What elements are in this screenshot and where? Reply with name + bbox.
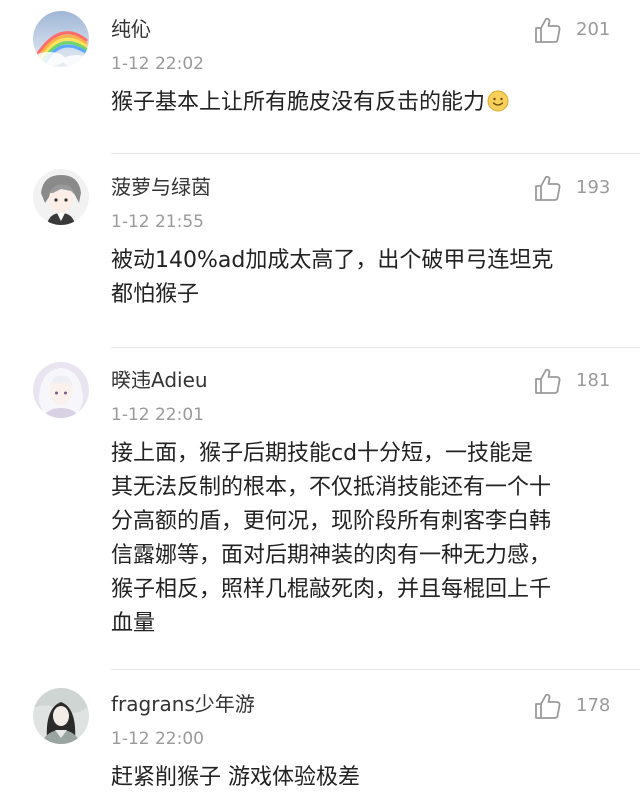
thumbs-up-icon xyxy=(535,17,561,43)
rainbow-sky-avatar-icon xyxy=(33,11,89,67)
divider xyxy=(111,347,640,348)
avatar[interactable] xyxy=(33,11,89,67)
comment-time: 1-12 22:02 xyxy=(111,54,204,74)
thumbs-up-icon xyxy=(535,175,561,201)
like-count: 181 xyxy=(576,370,611,391)
comment-time: 1-12 22:00 xyxy=(111,729,204,749)
like-count: 201 xyxy=(576,19,611,40)
like-button[interactable]: 178 xyxy=(533,690,633,722)
thumbs-up-icon xyxy=(535,693,561,719)
like-button[interactable]: 201 xyxy=(533,14,633,46)
avatar[interactable] xyxy=(33,169,89,225)
comment-content: 被动140%ad加成太高了，出个破甲弓连坦克 都怕猴子 xyxy=(111,248,554,307)
white-hair-anime-avatar-icon xyxy=(33,362,89,418)
avatar[interactable] xyxy=(33,688,89,744)
username[interactable]: 菠萝与绿茵 xyxy=(111,175,211,199)
ink-painting-avatar-icon xyxy=(33,688,89,744)
comment-text: 猴子基本上让所有脆皮没有反击的能力 xyxy=(111,90,486,115)
divider xyxy=(111,153,640,154)
anime-boy-avatar-icon xyxy=(33,169,89,225)
comment-content: 猴子基本上让所有脆皮没有反击的能力 xyxy=(111,86,616,120)
divider xyxy=(111,669,640,670)
like-count: 193 xyxy=(576,177,611,198)
comment-time: 1-12 21:55 xyxy=(111,212,204,232)
username[interactable]: 暌违Adieu xyxy=(111,368,208,392)
comment-content: 赶紧削猴子 游戏体验极差 xyxy=(111,765,360,790)
smile-emoji-icon xyxy=(487,90,509,112)
avatar[interactable] xyxy=(33,362,89,418)
username[interactable]: 纯伈 xyxy=(111,17,151,41)
comment-time: 1-12 22:01 xyxy=(111,405,204,425)
like-button[interactable]: 181 xyxy=(533,365,633,397)
comment-content: 接上面，猴子后期技能cd十分短，一技能是 其无法反制的根本，不仅抵消技能还有一个… xyxy=(111,441,552,636)
username[interactable]: fragrans少年游 xyxy=(111,692,255,716)
like-button[interactable]: 193 xyxy=(533,172,633,204)
thumbs-up-icon xyxy=(535,368,561,394)
like-count: 178 xyxy=(576,695,611,716)
